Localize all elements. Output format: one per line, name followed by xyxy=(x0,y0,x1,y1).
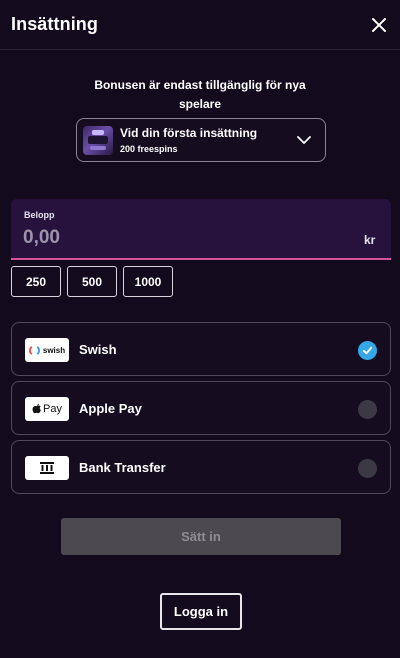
modal-title: Insättning xyxy=(11,14,98,34)
payment-label-swish: Swish xyxy=(79,342,117,357)
payment-radio-swish[interactable] xyxy=(358,341,377,360)
close-icon xyxy=(372,18,386,32)
payment-radio-bank-transfer[interactable] xyxy=(358,459,377,478)
amount-input[interactable] xyxy=(23,225,323,251)
login-button[interactable]: Logga in xyxy=(160,593,242,630)
applepay-logo-text: Pay xyxy=(43,403,62,415)
payment-option-bank-transfer[interactable]: Bank Transfer xyxy=(11,440,391,494)
applepay-logo: Pay xyxy=(25,397,69,421)
payment-label-bank-transfer: Bank Transfer xyxy=(79,460,166,475)
bank-logo xyxy=(25,456,69,480)
swish-logo-text: swish xyxy=(42,345,66,355)
chevron-down-icon xyxy=(297,136,311,144)
apple-icon xyxy=(32,403,41,414)
currency-label: kr xyxy=(364,233,376,247)
bank-icon xyxy=(40,462,54,474)
quick-amount-500[interactable]: 500 xyxy=(67,266,117,297)
checkmark-icon xyxy=(362,346,373,355)
bonus-subtitle: 200 freespins xyxy=(120,144,178,154)
close-button[interactable] xyxy=(366,12,392,38)
quick-amount-250[interactable]: 250 xyxy=(11,266,61,297)
amount-label: Belopp xyxy=(24,210,55,220)
swish-icon xyxy=(28,345,40,355)
payment-option-applepay[interactable]: Pay Apple Pay xyxy=(11,381,391,435)
amount-field[interactable]: Belopp kr xyxy=(11,199,391,260)
payment-label-applepay: Apple Pay xyxy=(79,401,142,416)
bonus-title: Vid din första insättning xyxy=(120,126,258,140)
bonus-dropdown[interactable]: Vid din första insättning 200 freespins xyxy=(76,118,326,162)
deposit-button[interactable]: Sätt in xyxy=(61,518,341,555)
bonus-thumbnail xyxy=(83,126,113,155)
swish-logo: swish xyxy=(25,338,69,362)
payment-radio-applepay[interactable] xyxy=(358,400,377,419)
modal-header: Insättning xyxy=(0,0,400,50)
quick-amount-1000[interactable]: 1000 xyxy=(123,266,173,297)
bonus-notice: Bonusen är endast tillgänglig för nya sp… xyxy=(94,78,306,111)
payment-option-swish[interactable]: swish Swish xyxy=(11,322,391,376)
